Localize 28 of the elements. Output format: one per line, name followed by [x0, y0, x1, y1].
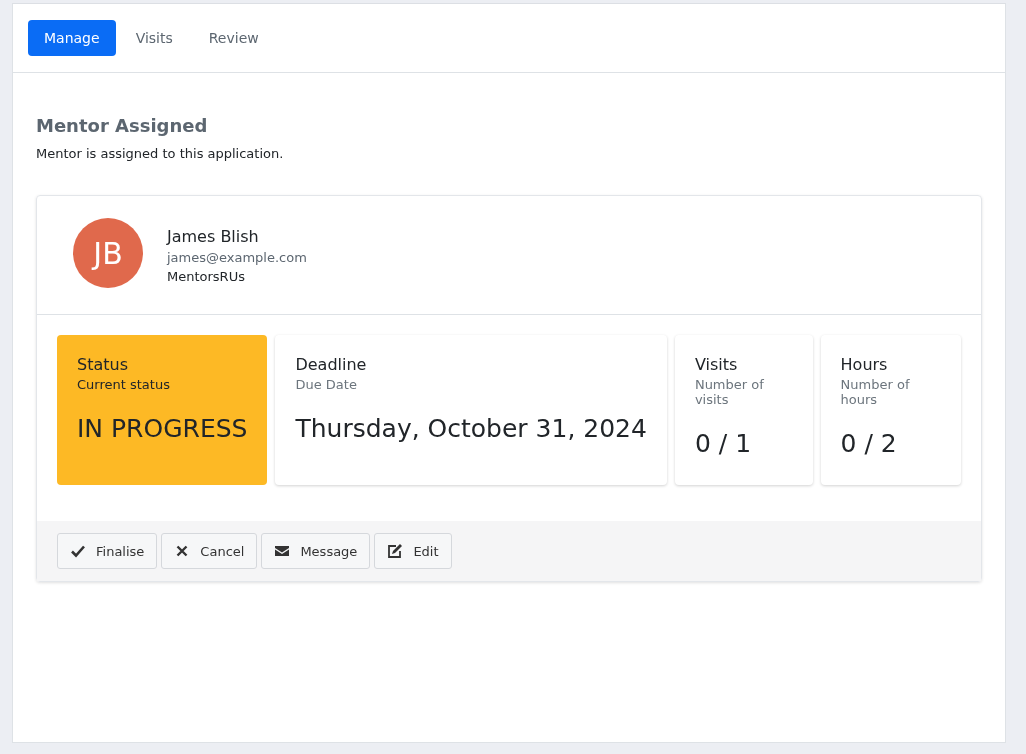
stat-title: Hours — [840, 355, 889, 374]
tab[interactable]: Manage — [28, 20, 116, 56]
edit-icon — [387, 543, 404, 559]
stat-title: Status — [77, 355, 129, 374]
stat-title: Deadline — [295, 355, 368, 374]
mentor-organisation: MentorsRUs — [167, 268, 246, 284]
tab[interactable]: Visits — [119, 20, 189, 56]
stat-subtitle: Current status — [77, 377, 171, 392]
section-title: Mentor Assigned — [36, 115, 209, 136]
section-description: Mentor is assigned to this application. — [36, 146, 285, 161]
mentor-name: James Blish — [167, 226, 260, 246]
tab[interactable]: Review — [192, 20, 275, 56]
action-button[interactable]: Edit — [374, 533, 452, 569]
mentor-email: james@example.com — [167, 249, 307, 265]
avatar: JB — [73, 218, 143, 288]
envelope-icon — [274, 543, 291, 559]
action-button[interactable]: Finalise — [57, 533, 158, 569]
stat-value: IN PROGRESS — [77, 414, 248, 443]
stat-value: 0 / 1 — [694, 429, 753, 458]
action-button[interactable]: Cancel — [161, 533, 258, 569]
stat-subtitle: Number of hours — [840, 377, 911, 407]
stat-title: Visits — [694, 355, 739, 374]
stat-subtitle: Number of visits — [694, 377, 765, 407]
stat-subtitle: Due Date — [295, 377, 358, 392]
stat-value: Thursday, October 31, 2024 — [295, 414, 647, 443]
stat-value: 0 / 2 — [840, 429, 898, 458]
check-icon — [70, 543, 86, 559]
action-button[interactable]: Message — [261, 533, 371, 569]
